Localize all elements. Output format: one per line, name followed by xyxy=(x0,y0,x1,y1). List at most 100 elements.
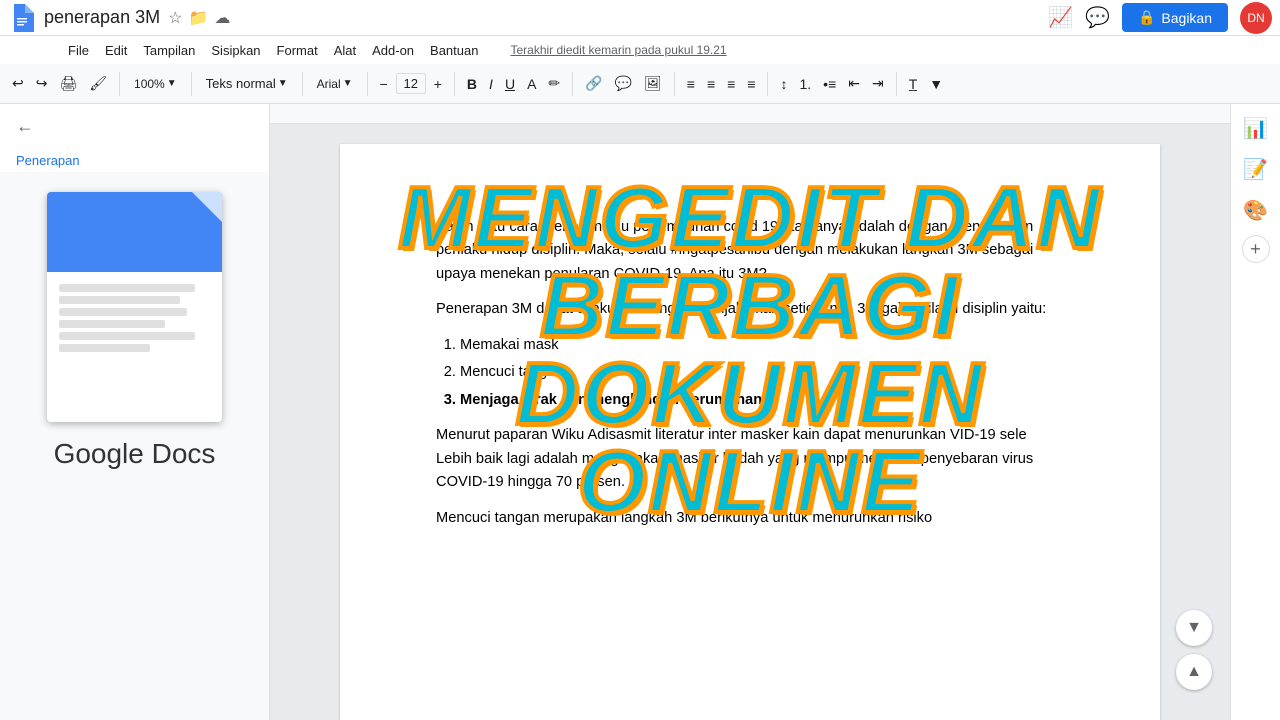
align-left-button[interactable]: ≡ xyxy=(683,74,699,94)
thumb-line-6 xyxy=(59,344,150,352)
font-name-dropdown[interactable]: Arial ▼ xyxy=(311,75,359,93)
cloud-icon[interactable]: ☁ xyxy=(214,8,230,28)
bottom-nav: ▼ ▲ xyxy=(1176,610,1212,690)
paragraph-3: Menurut paparan Wiku Adisasmit literatur… xyxy=(436,424,1064,494)
image-button[interactable]: 🖼 xyxy=(640,73,666,94)
top-bar: penerapan 3M ☆ 📁 ☁ 📈 💬 🔒 Bagikan DN xyxy=(0,0,1280,36)
increase-indent-button[interactable]: ⇥ xyxy=(868,73,888,94)
increase-font-button[interactable]: + xyxy=(430,74,446,94)
decrease-indent-button[interactable]: ⇤ xyxy=(844,73,864,94)
menu-sisipkan[interactable]: Sisipkan xyxy=(203,41,268,60)
star-icon[interactable]: ☆ xyxy=(168,8,182,28)
palette-panel-icon[interactable]: 🎨 xyxy=(1239,194,1272,227)
paragraph-1: Salah satu cara menekan laju pertumbuhan… xyxy=(436,216,1064,286)
doc-content: MENGEDIT DAN BERBAGI DOKUMEN ONLINE Sala… xyxy=(340,144,1160,720)
redo-button[interactable]: ↪ xyxy=(32,73,52,94)
numbered-list-button[interactable]: 1. xyxy=(795,74,815,94)
sidebar-doc-item[interactable]: Penerapan xyxy=(0,149,269,172)
list-item-2: Mencuci tangan xyxy=(460,361,1064,384)
thumb-line-5 xyxy=(59,332,195,340)
comment-icon[interactable]: 💬 xyxy=(1085,5,1110,30)
text-style-dropdown[interactable]: Teks normal ▼ xyxy=(200,74,294,93)
font-size-input[interactable] xyxy=(396,73,426,94)
google-docs-branding: Google Docs xyxy=(54,438,216,470)
avatar[interactable]: DN xyxy=(1240,2,1272,34)
sidebar-header: ← xyxy=(0,104,269,149)
last-edited-text: Terakhir diedit kemarin pada pukul 19.21 xyxy=(502,41,734,59)
toolbar: ↩ ↪ 🖨 🖌 100% ▼ Teks normal ▼ Arial ▼ − +… xyxy=(0,64,1280,104)
navigate-up-button[interactable]: ▲ xyxy=(1176,654,1212,690)
doc-title-icons: ☆ 📁 ☁ xyxy=(168,8,230,28)
menu-addon[interactable]: Add-on xyxy=(364,41,422,60)
separator-6 xyxy=(572,72,573,96)
main-area: ← Penerapan Google Docs xyxy=(0,104,1280,720)
link-button[interactable]: 🔗 xyxy=(581,73,606,94)
align-center-button[interactable]: ≡ xyxy=(703,74,719,94)
paragraph-2: Penerapan 3M dapat dilakukan dengan menj… xyxy=(436,298,1064,321)
decrease-font-button[interactable]: − xyxy=(376,74,392,94)
thumb-line-2 xyxy=(59,296,180,304)
highlight-button[interactable]: ✏ xyxy=(544,73,564,94)
right-panel: 📊 📝 🎨 + xyxy=(1230,104,1280,720)
folder-icon[interactable]: 📁 xyxy=(188,8,208,28)
navigate-down-button[interactable]: ▼ xyxy=(1176,610,1212,646)
share-button-label: Bagikan xyxy=(1161,10,1212,26)
doc-thumb-fold-icon xyxy=(192,192,222,222)
justify-button[interactable]: ≡ xyxy=(743,74,759,94)
share-button[interactable]: 🔒 Bagikan xyxy=(1122,3,1228,32)
doc-thumb-top xyxy=(47,192,222,272)
left-sidebar: ← Penerapan Google Docs xyxy=(0,104,270,720)
back-arrow-icon[interactable]: ← xyxy=(16,116,34,137)
docs-logo-icon xyxy=(8,4,36,32)
menu-tampilan[interactable]: Tampilan xyxy=(135,41,203,60)
explore-panel-icon[interactable]: 📊 xyxy=(1239,112,1272,145)
list-items: Memakai mask Mencuci tangan Menjaga jara… xyxy=(460,334,1064,412)
bulleted-list-button[interactable]: •≡ xyxy=(819,74,840,94)
comment-button[interactable]: 💬 xyxy=(611,73,636,94)
menu-edit[interactable]: Edit xyxy=(97,41,135,60)
notes-panel-icon[interactable]: 📝 xyxy=(1239,153,1272,186)
font-name-label: Arial xyxy=(317,77,341,91)
text-color-button[interactable]: A xyxy=(523,74,540,94)
activity-icon[interactable]: 📈 xyxy=(1048,5,1073,30)
more-options-button[interactable]: ▼ xyxy=(925,74,947,94)
clear-format-button[interactable]: T̲ xyxy=(905,74,922,94)
thumb-line-3 xyxy=(59,308,187,316)
add-panel-icon[interactable]: + xyxy=(1242,235,1270,263)
separator-1 xyxy=(119,72,120,96)
lock-icon: 🔒 xyxy=(1138,9,1155,26)
text-style-label: Teks normal xyxy=(206,76,276,91)
menu-bantuan[interactable]: Bantuan xyxy=(422,41,486,60)
font-arrow-icon: ▼ xyxy=(343,78,353,89)
separator-8 xyxy=(767,72,768,96)
separator-3 xyxy=(302,72,303,96)
thumbnail-area: Google Docs xyxy=(0,172,269,720)
separator-4 xyxy=(367,72,368,96)
menu-file[interactable]: File xyxy=(60,41,97,60)
underline-button[interactable]: U xyxy=(501,74,519,94)
align-right-button[interactable]: ≡ xyxy=(723,74,739,94)
paint-format-button[interactable]: 🖌 xyxy=(85,73,111,94)
paragraph-4: Mencuci tangan merupakan langkah 3M beri… xyxy=(436,507,1064,530)
bold-button[interactable]: B xyxy=(463,74,481,94)
undo-button[interactable]: ↩ xyxy=(8,73,28,94)
doc-thumbnail xyxy=(47,192,222,422)
line-spacing-button[interactable]: ↕ xyxy=(776,74,791,94)
separator-2 xyxy=(191,72,192,96)
doc-title: penerapan 3M xyxy=(44,7,160,28)
text-style-arrow-icon: ▼ xyxy=(278,78,288,89)
print-button[interactable]: 🖨 xyxy=(55,73,81,94)
zoom-value: 100% xyxy=(134,77,165,91)
separator-9 xyxy=(896,72,897,96)
separator-7 xyxy=(674,72,675,96)
zoom-dropdown[interactable]: 100% ▼ xyxy=(128,75,183,93)
menu-format[interactable]: Format xyxy=(269,41,326,60)
ruler xyxy=(270,104,1230,124)
list-item-3: Menjaga jarak dan menghindari kerumunan xyxy=(460,389,1064,412)
thumb-line-1 xyxy=(59,284,195,292)
menu-alat[interactable]: Alat xyxy=(326,41,364,60)
zoom-arrow-icon: ▼ xyxy=(167,78,177,89)
top-right-controls: 📈 💬 🔒 Bagikan DN xyxy=(1048,2,1272,34)
document-area[interactable]: MENGEDIT DAN BERBAGI DOKUMEN ONLINE Sala… xyxy=(270,104,1230,720)
italic-button[interactable]: I xyxy=(485,74,497,94)
